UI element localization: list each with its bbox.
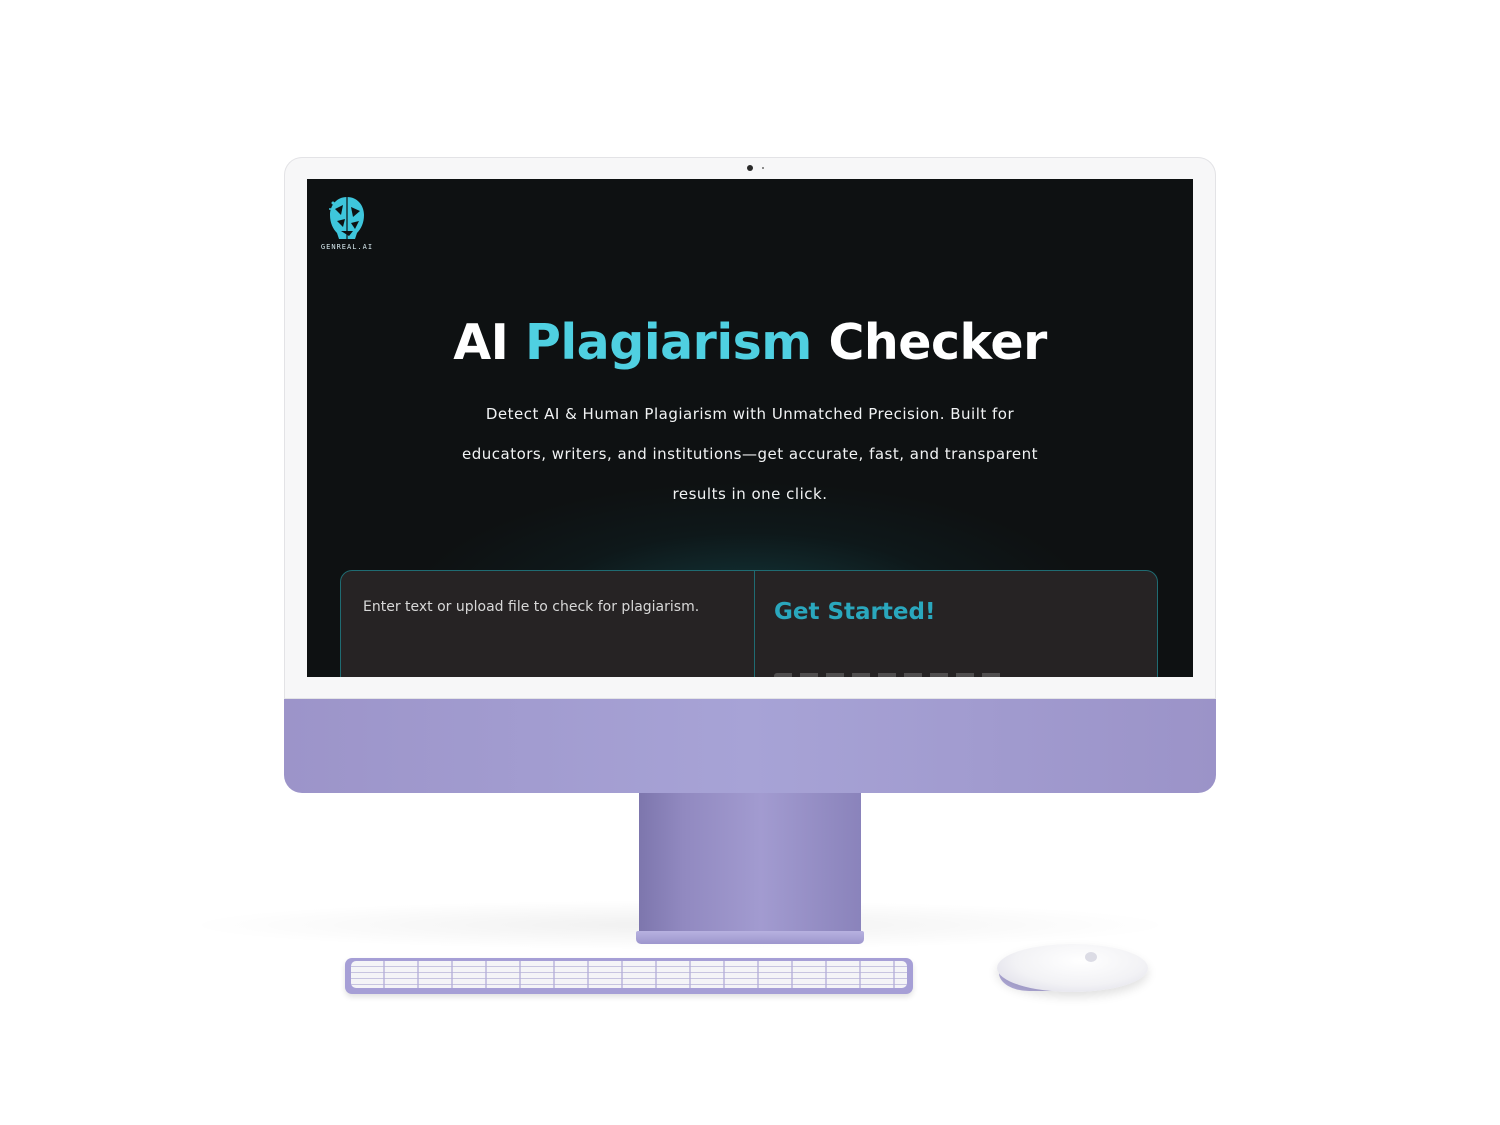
- panel-divider: [754, 571, 755, 677]
- title-part-2: Checker: [828, 313, 1047, 371]
- plagiarism-text-input[interactable]: [363, 599, 733, 677]
- get-started-heading: Get Started!: [774, 599, 936, 625]
- screen: GENREAL.AI AI Plagiarism Checker Detect …: [307, 179, 1193, 677]
- imac-stand-foot: [636, 931, 864, 944]
- imac-chin: [284, 699, 1216, 793]
- mouse: [997, 944, 1148, 992]
- keyboard: [345, 958, 913, 994]
- page-title: AI Plagiarism Checker: [307, 314, 1193, 371]
- imac-mockup: GENREAL.AI AI Plagiarism Checker Detect …: [0, 0, 1500, 1125]
- checker-panel: Get Started!: [340, 570, 1158, 677]
- logo-text: GENREAL.AI: [320, 243, 374, 251]
- hero-subtitle: Detect AI & Human Plagiarism with Unmatc…: [462, 405, 1038, 503]
- imac-stand: [639, 793, 861, 933]
- camera-icon: [747, 165, 753, 171]
- apple-logo-icon: [1085, 952, 1097, 962]
- title-accent: Plagiarism: [524, 313, 812, 371]
- title-part-1: AI: [453, 313, 509, 371]
- site-logo[interactable]: GENREAL.AI: [318, 195, 376, 251]
- faded-text-line: [774, 673, 1004, 677]
- logo-face-icon: [329, 197, 364, 239]
- camera-sensor-icon: [762, 167, 764, 169]
- keyboard-keys: [351, 961, 907, 988]
